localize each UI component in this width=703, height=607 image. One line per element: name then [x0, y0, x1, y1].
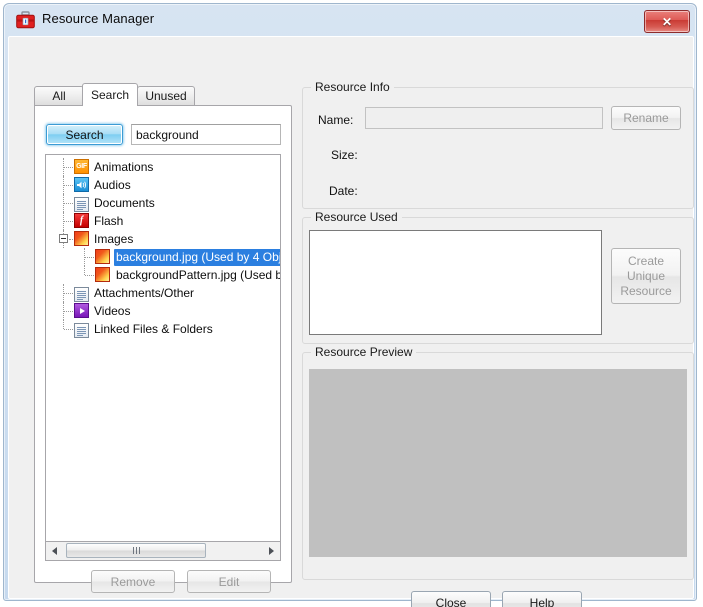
scrollbar-thumb[interactable]: [66, 543, 206, 558]
create-unique-line-3: Resource: [620, 283, 672, 298]
document-icon: [74, 286, 89, 302]
edit-button[interactable]: Edit: [187, 570, 271, 593]
resource-preview-title: Resource Preview: [311, 345, 417, 359]
tree-item-label: Videos: [94, 304, 131, 318]
tree-item-images[interactable]: Images: [46, 230, 280, 248]
tree-item-audios[interactable]: Audios: [46, 176, 280, 194]
tree-item-label: backgroundPattern.jpg (Used by 1 Object): [116, 268, 280, 282]
tab-unused[interactable]: Unused: [137, 86, 195, 105]
image-icon: [95, 249, 110, 264]
tab-page-search: Search GIF Animations: [34, 105, 292, 593]
tree-item-label: Flash: [94, 214, 124, 228]
tree-item-backgroundpattern-jpg[interactable]: backgroundPattern.jpg (Used by 1 Object): [46, 266, 280, 284]
tree-item-label: Linked Files & Folders: [94, 322, 213, 336]
close-window-button[interactable]: ✕: [644, 10, 690, 33]
tab-search[interactable]: Search: [82, 83, 138, 106]
create-unique-line-1: Create: [627, 253, 665, 268]
create-unique-resource-button[interactable]: Create Unique Resource: [611, 248, 681, 304]
tree-item-flash[interactable]: f Flash: [46, 212, 280, 230]
resource-used-list[interactable]: [309, 230, 602, 335]
tree-item-label: Attachments/Other: [94, 286, 195, 300]
tree-item-background-jpg[interactable]: background.jpg (Used by 4 Objects): [46, 248, 280, 266]
close-button-label: Close: [435, 596, 467, 607]
tree-item-label: Documents: [94, 196, 155, 210]
scroll-left-icon[interactable]: [46, 542, 63, 559]
resource-tree[interactable]: GIF Animations Audios Documents f Flash …: [45, 154, 281, 542]
tab-all-label: All: [52, 89, 66, 103]
resource-used-title: Resource Used: [311, 210, 402, 224]
tab-all[interactable]: All: [34, 86, 84, 105]
close-button[interactable]: Close: [411, 591, 491, 607]
tree-item-documents[interactable]: Documents: [46, 194, 280, 212]
image-icon: [74, 231, 89, 246]
help-button-label: Help: [529, 596, 555, 607]
help-button[interactable]: Help: [502, 591, 582, 607]
collapse-toggle-icon[interactable]: [59, 234, 68, 243]
rename-button[interactable]: Rename: [611, 106, 681, 130]
document-icon: [74, 322, 89, 338]
toolbox-icon: [16, 11, 35, 29]
window-frame: Resource Manager ✕ Search background GIF…: [3, 3, 697, 607]
tree-item-attachments-other[interactable]: Attachments/Other: [46, 284, 280, 302]
remove-button-label: Remove: [110, 574, 156, 589]
search-button-label: Search: [65, 127, 104, 142]
tree-item-label: Animations: [94, 160, 154, 174]
resource-preview-canvas: [309, 369, 687, 557]
close-icon: ✕: [661, 14, 673, 29]
tab-search-label: Search: [90, 88, 130, 102]
create-unique-line-2: Unique: [626, 268, 666, 283]
scroll-right-icon[interactable]: [263, 542, 280, 559]
tree-horizontal-scrollbar[interactable]: [45, 542, 281, 561]
rename-button-label: Rename: [623, 111, 669, 125]
remove-button[interactable]: Remove: [91, 570, 175, 593]
tab-unused-label: Unused: [145, 89, 187, 103]
tree-item-label: Audios: [94, 178, 131, 192]
search-input[interactable]: [131, 124, 281, 145]
tree-item-videos[interactable]: Videos: [46, 302, 280, 320]
tree-item-linked-files-folders[interactable]: Linked Files & Folders: [46, 320, 280, 338]
dialog-body: Search GIF Animations: [8, 36, 694, 607]
title-bar: Resource Manager ✕: [4, 4, 696, 36]
gif-icon: GIF: [74, 159, 89, 174]
resource-manager-dialog: Resource Manager ✕ Search background GIF…: [0, 0, 703, 607]
search-button[interactable]: Search: [46, 124, 123, 145]
resource-info-title: Resource Info: [311, 80, 394, 94]
size-label: Size:: [331, 148, 358, 162]
date-label: Date:: [329, 184, 358, 198]
edit-button-label: Edit: [218, 574, 240, 589]
document-icon: [74, 196, 89, 212]
tree-item-label: Images: [94, 232, 134, 246]
video-icon: [74, 303, 89, 318]
name-field[interactable]: [365, 107, 603, 129]
window-title: Resource Manager: [42, 11, 155, 26]
tree-item-label-selected: background.jpg (Used by 4 Objects): [114, 249, 280, 266]
tree-item-animations[interactable]: GIF Animations: [46, 158, 280, 176]
image-icon: [95, 267, 110, 282]
flash-icon: f: [74, 213, 89, 228]
name-label: Name:: [318, 113, 354, 127]
audio-icon: [74, 177, 89, 192]
grip-icon: [132, 547, 140, 554]
